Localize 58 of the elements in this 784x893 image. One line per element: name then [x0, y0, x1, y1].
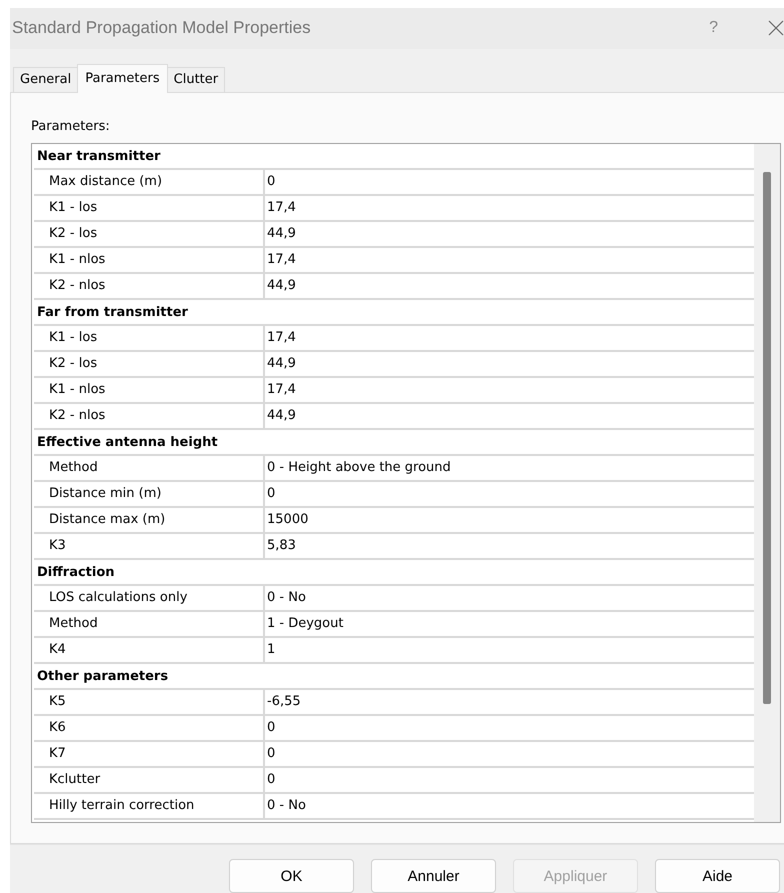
property-name: LOS calculations only: [34, 586, 265, 610]
close-icon[interactable]: [768, 20, 784, 36]
property-value[interactable]: 0: [265, 716, 754, 740]
property-value[interactable]: 0 - No: [265, 794, 754, 818]
property-name: K2 - nlos: [34, 404, 265, 428]
property-name: K1 - los: [34, 326, 265, 350]
property-value[interactable]: 0 - No: [265, 586, 754, 610]
property-value[interactable]: -6,55: [265, 690, 754, 714]
property-value[interactable]: 1 - Deygout: [265, 612, 754, 636]
tab[interactable]: Clutter: [166, 67, 226, 92]
window-title: Standard Propagation Model Properties: [12, 18, 312, 38]
property-value[interactable]: 17,4: [265, 196, 754, 220]
property-name: K6: [34, 716, 265, 740]
section-label: Parameters:: [31, 119, 111, 134]
property-value[interactable]: 0: [265, 482, 754, 506]
property-value[interactable]: 44,9: [265, 352, 754, 376]
property-value[interactable]: 17,4: [265, 326, 754, 350]
property-value[interactable]: 17,4: [265, 248, 754, 272]
property-value[interactable]: 15000: [265, 508, 754, 532]
property-value[interactable]: 1: [265, 638, 754, 662]
dialog-button[interactable]: Aide: [655, 859, 780, 893]
tab[interactable]: Parameters: [77, 64, 168, 93]
property-value[interactable]: 44,9: [265, 274, 754, 298]
group-header: Near transmitter: [34, 144, 754, 170]
property-name: K1 - los: [34, 196, 265, 220]
property-name: K1 - nlos: [34, 378, 265, 402]
group-header: Other parameters: [34, 664, 754, 690]
property-name: Distance min (m): [34, 482, 265, 506]
scrollbar[interactable]: [754, 144, 780, 822]
property-name: K5: [34, 690, 265, 714]
group-header: Effective antenna height: [34, 430, 754, 456]
property-value[interactable]: 0: [265, 170, 754, 194]
property-value[interactable]: 0 - Height above the ground: [265, 456, 754, 480]
property-name: Hilly terrain correction: [34, 794, 265, 818]
property-value[interactable]: 44,9: [265, 222, 754, 246]
scrollbar-thumb[interactable]: [763, 172, 771, 704]
dialog-button[interactable]: Annuler: [371, 859, 496, 893]
property-value[interactable]: 5,83: [265, 534, 754, 558]
property-value[interactable]: 17,4: [265, 378, 754, 402]
property-name: Max distance (m): [34, 170, 265, 194]
property-value[interactable]: 0: [265, 742, 754, 766]
property-name: K3: [34, 534, 265, 558]
property-name: K4: [34, 638, 265, 662]
property-value[interactable]: 44,9: [265, 404, 754, 428]
tab[interactable]: General: [13, 67, 78, 92]
property-name: K7: [34, 742, 265, 766]
property-name: Method: [34, 612, 265, 636]
property-name: K2 - los: [34, 222, 265, 246]
property-name: K2 - nlos: [34, 274, 265, 298]
dialog-button[interactable]: OK: [229, 859, 354, 893]
property-name: K1 - nlos: [34, 248, 265, 272]
property-name: Method: [34, 456, 265, 480]
property-value[interactable]: 0: [265, 768, 754, 792]
property-name: Distance max (m): [34, 508, 265, 532]
property-name: Kclutter: [34, 768, 265, 792]
property-name: K2 - los: [34, 352, 265, 376]
group-header: Far from transmitter: [34, 300, 754, 326]
group-header: Diffraction: [34, 560, 754, 586]
